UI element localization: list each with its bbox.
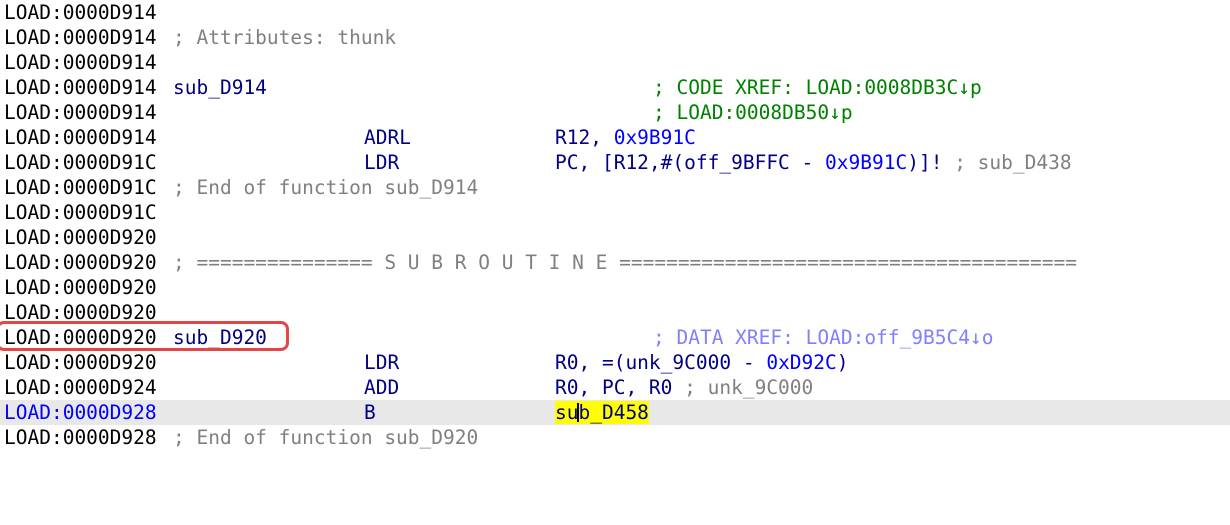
instruction-operands[interactable]: R0, PC, R0 ; unk_9C000 bbox=[555, 375, 813, 400]
disassembly-listing[interactable]: LOAD:0000D914 LOAD:0000D914 ; Attributes… bbox=[0, 0, 1230, 454]
listing-line[interactable]: LOAD:0000D920 bbox=[0, 275, 1230, 300]
instruction-mnemonic: ADD bbox=[364, 376, 400, 399]
instruction-mnemonic: LDR bbox=[364, 351, 400, 374]
address[interactable]: LOAD:0000D91C bbox=[4, 150, 157, 175]
operand-text[interactable]: PC, [R12,#(off_9BFFC - bbox=[555, 151, 825, 174]
address[interactable]: LOAD:0000D91C bbox=[4, 200, 157, 225]
listing-line[interactable]: LOAD:0000D914 sub_D914 ; CODE XREF: LOAD… bbox=[0, 75, 1230, 100]
listing-line[interactable]: LOAD:0000D91C bbox=[0, 200, 1230, 225]
code-xref-comment[interactable]: ; LOAD:0008DB50↓p bbox=[653, 100, 853, 125]
operand-comment: ; sub_D438 bbox=[954, 151, 1072, 174]
address[interactable]: LOAD:0000D920 bbox=[4, 350, 157, 375]
address[interactable]: LOAD:0000D920 bbox=[4, 275, 157, 300]
listing-line[interactable]: LOAD:0000D920 bbox=[0, 225, 1230, 250]
instruction-operands[interactable]: R12, 0x9B91C bbox=[555, 125, 696, 150]
address[interactable]: LOAD:0000D914 bbox=[4, 0, 157, 25]
operand-number[interactable]: 0x9B91C bbox=[825, 151, 907, 174]
listing-line[interactable]: LOAD:0000D924 ADD R0, PC, R0 ; unk_9C000 bbox=[0, 375, 1230, 400]
address[interactable]: LOAD:0000D920 bbox=[4, 325, 157, 350]
listing-line[interactable]: LOAD:0000D920 LDR R0, =(unk_9C000 - 0xD9… bbox=[0, 350, 1230, 375]
instruction-operands[interactable]: PC, [R12,#(off_9BFFC - 0x9B91C)]! ; sub_… bbox=[555, 150, 1072, 175]
operand-text: R0, PC, R0 bbox=[555, 376, 685, 399]
listing-line[interactable]: LOAD:0000D91C LDR PC, [R12,#(off_9BFFC -… bbox=[0, 150, 1230, 175]
instruction-mnemonic: ADRL bbox=[364, 126, 411, 149]
operand-text: ) bbox=[836, 351, 849, 374]
function-label[interactable]: sub_D914 bbox=[173, 75, 267, 100]
attributes-comment: ; Attributes: thunk bbox=[173, 26, 397, 49]
address[interactable]: LOAD:0000D914 bbox=[4, 75, 157, 100]
end-of-function-comment: ; End of function sub_D914 bbox=[173, 176, 479, 199]
listing-line[interactable]: LOAD:0000D920 bbox=[0, 300, 1230, 325]
branch-target[interactable]: sub_D458 bbox=[555, 400, 649, 425]
current-line[interactable]: LOAD:0000D928 B sub_D458 bbox=[0, 400, 1230, 425]
identifier-part: b_D458 bbox=[578, 401, 649, 424]
listing-line[interactable]: LOAD:0000D914 ; Attributes: thunk bbox=[0, 25, 1230, 50]
address[interactable]: LOAD:0000D928 bbox=[4, 425, 157, 450]
operand-text: R12, bbox=[555, 126, 614, 149]
identifier-part: su bbox=[555, 401, 579, 424]
listing-line[interactable]: LOAD:0000D914 ADRL R12, 0x9B91C bbox=[0, 125, 1230, 150]
data-xref-comment[interactable]: ; DATA XREF: LOAD:off_9B5C4↓o bbox=[653, 325, 993, 350]
listing-line[interactable]: LOAD:0000D914 bbox=[0, 0, 1230, 25]
instruction-mnemonic: LDR bbox=[364, 151, 400, 174]
operand-number[interactable]: 0x9B91C bbox=[614, 126, 696, 149]
subroutine-separator: ; =============== S U B R O U T I N E ==… bbox=[173, 251, 1077, 274]
address[interactable]: LOAD:0000D914 bbox=[4, 100, 157, 125]
listing-line[interactable]: LOAD:0000D91C ; End of function sub_D914 bbox=[0, 175, 1230, 200]
operand-number[interactable]: 0xD92C bbox=[766, 351, 836, 374]
instruction-operands[interactable]: R0, =(unk_9C000 - 0xD92C) bbox=[555, 350, 849, 375]
listing-line[interactable]: LOAD:0000D928 ; End of function sub_D920 bbox=[0, 425, 1230, 450]
listing-line[interactable]: LOAD:0000D914 bbox=[0, 50, 1230, 75]
address[interactable]: LOAD:0000D914 bbox=[4, 25, 157, 50]
end-of-function-comment: ; End of function sub_D920 bbox=[173, 426, 479, 449]
operand-text: )]! bbox=[907, 151, 955, 174]
listing-line[interactable]: LOAD:0000D920 sub_D920 ; DATA XREF: LOAD… bbox=[0, 325, 1230, 350]
address[interactable]: LOAD:0000D920 bbox=[4, 300, 157, 325]
address[interactable]: LOAD:0000D91C bbox=[4, 175, 157, 200]
listing-line[interactable]: LOAD:0000D914 ; LOAD:0008DB50↓p bbox=[0, 100, 1230, 125]
listing-line[interactable]: LOAD:0000D920 ; =============== S U B R … bbox=[0, 250, 1230, 275]
highlighted-identifier[interactable]: sub_D458 bbox=[555, 401, 649, 424]
operand-comment: ; unk_9C000 bbox=[684, 376, 814, 399]
address[interactable]: LOAD:0000D914 bbox=[4, 50, 157, 75]
address[interactable]: LOAD:0000D924 bbox=[4, 375, 157, 400]
address[interactable]: LOAD:0000D920 bbox=[4, 225, 157, 250]
code-xref-comment[interactable]: ; CODE XREF: LOAD:0008DB3C↓p bbox=[653, 75, 982, 100]
operand-text[interactable]: R0, =(unk_9C000 - bbox=[555, 351, 766, 374]
address[interactable]: LOAD:0000D920 bbox=[4, 250, 157, 275]
address[interactable]: LOAD:0000D928 bbox=[4, 400, 157, 425]
function-label[interactable]: sub_D920 bbox=[173, 325, 267, 350]
address[interactable]: LOAD:0000D914 bbox=[4, 125, 157, 150]
instruction-mnemonic: B bbox=[364, 401, 376, 424]
